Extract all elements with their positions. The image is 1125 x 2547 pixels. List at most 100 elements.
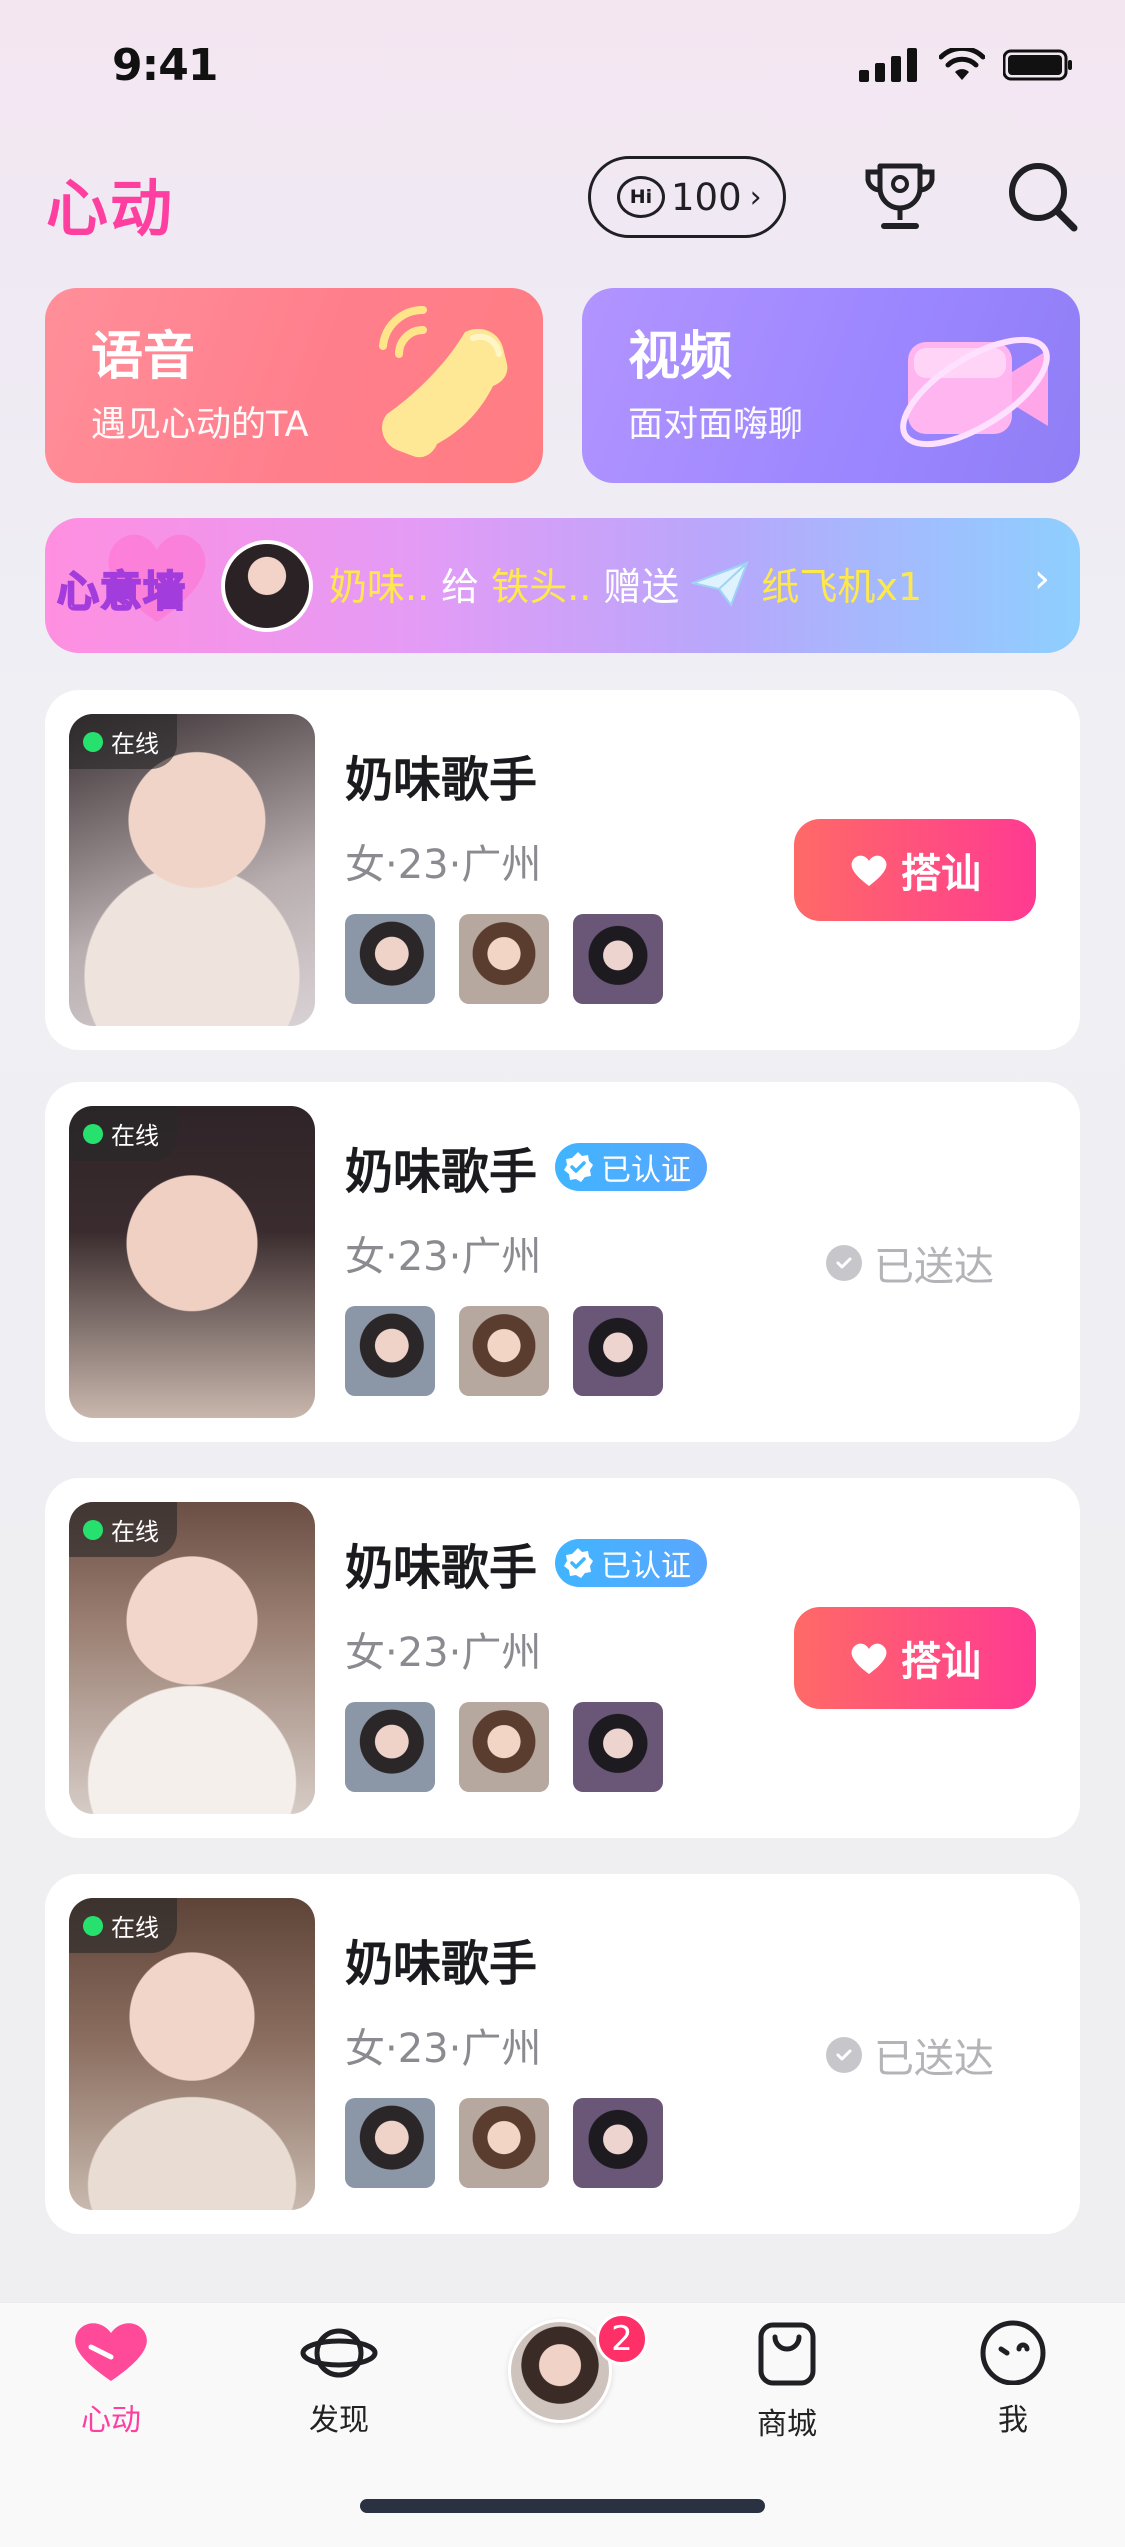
online-label: 在线 (111, 730, 159, 758)
thumbnail[interactable] (345, 914, 435, 1004)
thumbnail[interactable] (459, 1306, 549, 1396)
online-label: 在线 (111, 1914, 159, 1942)
greet-label: 搭讪 (901, 1639, 981, 1685)
verified-check-icon (564, 1548, 594, 1578)
user-card[interactable]: 在线 奶味歌手 已认证 女·23·广州 搭讪 (45, 1478, 1080, 1838)
search-icon[interactable] (1002, 156, 1082, 236)
thumbnail[interactable] (573, 1702, 663, 1792)
heart-icon (851, 855, 887, 886)
online-dot-icon (83, 1123, 103, 1144)
user-photo[interactable]: 在线 (69, 1898, 315, 2210)
online-badge: 在线 (69, 1502, 177, 1557)
delivered-status: 已送达 (826, 1234, 994, 1292)
user-name-row: 奶味歌手 (345, 740, 537, 810)
thumbnail[interactable] (345, 1306, 435, 1396)
paper-plane-icon (691, 560, 750, 607)
user-photo[interactable]: 在线 (69, 1502, 315, 1814)
voice-call-card[interactable]: 语音 遇见心动的TA (45, 288, 543, 483)
verified-badge: 已认证 (555, 1143, 708, 1191)
notification-badge: 2 (596, 2313, 648, 2365)
phone-icon (379, 305, 508, 458)
heart-wall-label: 心意墙 (56, 566, 187, 617)
sender-avatar[interactable] (221, 540, 313, 632)
video-title: 视频 (628, 327, 733, 387)
user-meta: 女·23·广州 (345, 842, 542, 888)
thumbnail[interactable] (459, 914, 549, 1004)
verified-label: 已认证 (601, 1549, 692, 1584)
video-camera-icon (900, 336, 1050, 448)
check-circle-icon (826, 1245, 862, 1281)
receiver-name: 铁头.. (491, 565, 592, 609)
online-label: 在线 (111, 1122, 159, 1150)
verified-badge: 已认证 (555, 1539, 708, 1587)
online-label: 在线 (111, 1518, 159, 1546)
hi-chat-icon: Hi (617, 176, 665, 218)
tab-mall[interactable]: 商城 (712, 2319, 862, 2443)
user-name: 奶味歌手 (345, 1936, 538, 1992)
greet-button[interactable]: 搭讪 (794, 1607, 1036, 1709)
online-dot-icon (83, 1519, 103, 1540)
tab-me[interactable]: 我 (938, 2319, 1088, 2439)
voice-subtitle: 遇见心动的TA (91, 405, 309, 445)
shopping-bag-icon (758, 2322, 816, 2386)
thumbnail[interactable] (459, 2098, 549, 2188)
status-time: 9:41 (112, 40, 218, 91)
online-badge: 在线 (69, 714, 177, 769)
delivered-label: 已送达 (874, 2036, 994, 2082)
hi-count: 100 (671, 175, 742, 219)
tab-discover[interactable]: 发现 (264, 2319, 414, 2439)
status-bar: 9:41 (0, 0, 1125, 140)
planet-icon (300, 2328, 378, 2378)
give-word: 给 (441, 565, 480, 609)
heart-tab-icon (75, 2323, 147, 2381)
user-card[interactable]: 在线 奶味歌手 女·23·广州 搭讪 (45, 690, 1080, 1050)
user-name-row: 奶味歌手 已认证 (345, 1132, 708, 1202)
trophy-icon[interactable] (858, 154, 942, 238)
thumbnail[interactable] (345, 2098, 435, 2188)
header: 心动 Hi 100 › (0, 140, 1125, 260)
chevron-right-icon: › (749, 179, 762, 215)
thumbnail[interactable] (459, 1702, 549, 1792)
user-name-row: 奶味歌手 已认证 (345, 1528, 708, 1598)
user-photo[interactable]: 在线 (69, 1106, 315, 1418)
user-name: 奶味歌手 (345, 1540, 538, 1596)
voice-title: 语音 (91, 327, 196, 387)
thumbnail[interactable] (573, 1306, 663, 1396)
page-title: 心动 (46, 172, 175, 245)
user-meta: 女·23·广州 (345, 1630, 542, 1676)
user-photo[interactable]: 在线 (69, 714, 315, 1026)
heart-icon (851, 1643, 887, 1674)
greet-label: 搭讪 (901, 851, 981, 897)
user-meta: 女·23·广州 (345, 2026, 542, 2072)
tab-heart[interactable]: 心动 (36, 2319, 186, 2439)
photo-thumbnails (345, 1306, 663, 1396)
photo-thumbnails (345, 1702, 663, 1792)
online-dot-icon (83, 731, 103, 752)
video-call-card[interactable]: 视频 面对面嗨聊 (582, 288, 1080, 483)
greet-button[interactable]: 搭讪 (794, 819, 1036, 921)
verified-label: 已认证 (601, 1153, 692, 1188)
chevron-right-icon: › (1034, 556, 1050, 602)
thumbnail[interactable] (573, 2098, 663, 2188)
status-icons (859, 48, 1073, 82)
delivered-status: 已送达 (826, 2026, 994, 2084)
smiley-face-icon (980, 2320, 1046, 2385)
user-name: 奶味歌手 (345, 1144, 538, 1200)
user-card[interactable]: 在线 奶味歌手 已认证 女·23·广州 已送达 (45, 1082, 1080, 1442)
user-meta: 女·23·广州 (345, 1234, 542, 1280)
hi-coin-button[interactable]: Hi 100 › (588, 156, 786, 238)
heart-wall-banner[interactable]: 心意墙 奶味.. 给 铁头.. 赠送 纸飞机x1 › (45, 518, 1080, 653)
tab-label: 发现 (309, 2403, 369, 2438)
user-name-row: 奶味歌手 (345, 1924, 537, 1994)
online-badge: 在线 (69, 1898, 177, 1953)
thumbnail[interactable] (573, 914, 663, 1004)
user-name: 奶味歌手 (345, 752, 538, 808)
sent-word: 赠送 (603, 565, 680, 609)
tab-label: 心动 (81, 2403, 141, 2438)
photo-thumbnails (345, 914, 663, 1004)
verified-check-icon (564, 1152, 594, 1182)
gift-name: 纸飞机x1 (761, 565, 923, 609)
photo-thumbnails (345, 2098, 663, 2188)
thumbnail[interactable] (345, 1702, 435, 1792)
user-card[interactable]: 在线 奶味歌手 女·23·广州 已送达 (45, 1874, 1080, 2234)
